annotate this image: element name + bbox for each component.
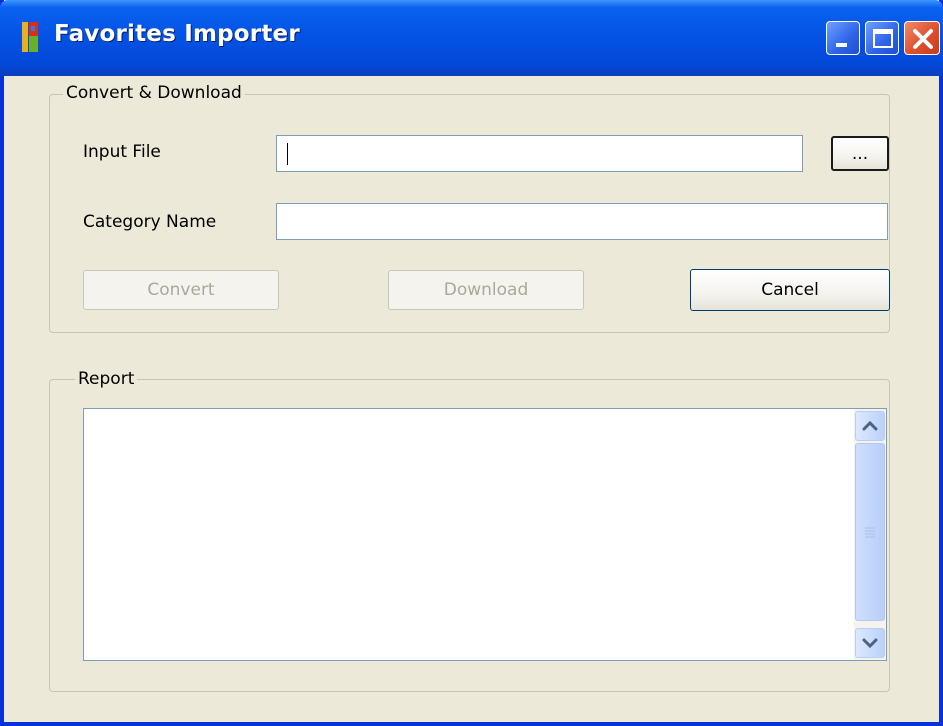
chevron-up-icon xyxy=(862,420,878,431)
convert-button[interactable]: Convert xyxy=(83,270,279,310)
minimize-icon xyxy=(836,43,847,47)
scroll-up-button[interactable] xyxy=(855,411,885,441)
chevron-down-icon xyxy=(862,638,878,649)
category-name-field[interactable] xyxy=(276,203,888,240)
app-window: Favorites Importer Convert & Download In… xyxy=(0,0,943,726)
scroll-thumb[interactable] xyxy=(855,443,885,621)
cancel-button[interactable]: Cancel xyxy=(690,269,890,311)
dialog-body: Convert & Download Input File ... Catego… xyxy=(4,76,939,722)
title-bar[interactable]: Favorites Importer xyxy=(0,0,943,76)
report-scrollbar[interactable] xyxy=(854,409,886,660)
input-file-label: Input File xyxy=(83,142,161,162)
app-icon xyxy=(22,22,38,52)
close-button[interactable] xyxy=(904,21,940,55)
close-icon xyxy=(913,29,933,49)
report-legend: Report xyxy=(75,369,138,389)
category-name-label: Category Name xyxy=(83,212,217,232)
maximize-button[interactable] xyxy=(865,21,899,55)
maximize-icon xyxy=(873,29,893,48)
input-file-field[interactable] xyxy=(276,135,803,172)
scroll-down-button[interactable] xyxy=(855,628,885,658)
browse-button[interactable]: ... xyxy=(831,136,889,171)
text-cursor xyxy=(287,143,288,165)
download-button[interactable]: Download xyxy=(388,270,584,310)
report-textarea[interactable] xyxy=(83,408,887,661)
minimize-button[interactable] xyxy=(826,21,860,55)
convert-download-legend: Convert & Download xyxy=(63,83,245,103)
window-title: Favorites Importer xyxy=(54,21,300,47)
grip-icon xyxy=(865,527,875,538)
